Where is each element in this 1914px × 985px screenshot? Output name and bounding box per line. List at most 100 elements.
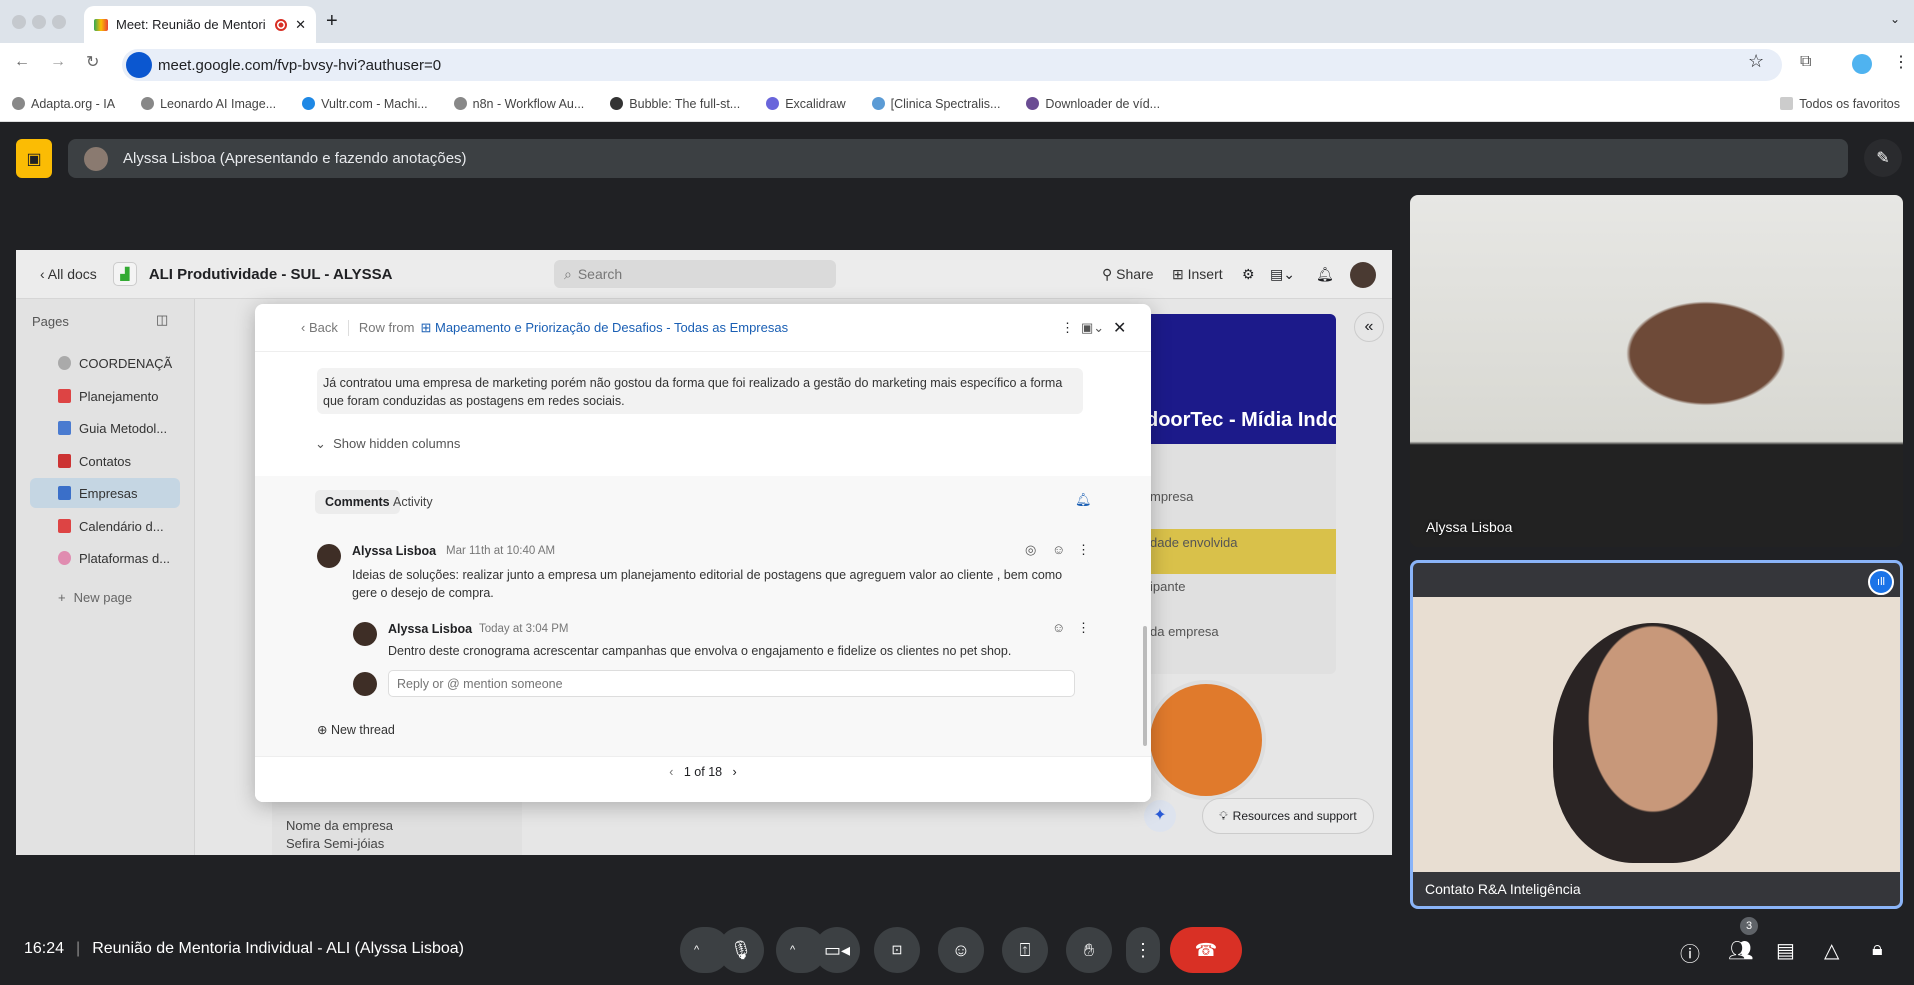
presenter-bar: Alyssa Lisboa (Apresentando e fazendo an… (68, 139, 1848, 178)
emoji-icon: ☺ (951, 939, 971, 960)
maximize-window-button[interactable] (52, 15, 66, 29)
url-input[interactable]: meet.google.com/fvp-bvsy-hvi?authuser=0 (122, 49, 1782, 81)
participant-video (1553, 623, 1753, 863)
collapse-sidebar-icon[interactable]: ◫ (156, 312, 168, 328)
bookmark-star-icon[interactable]: ☆ (1748, 51, 1764, 72)
add-reaction-icon[interactable]: ☺ (1052, 620, 1065, 635)
sidebar-item-guia[interactable]: Guia Metodol... (30, 413, 180, 443)
chat-icon[interactable]: ▤ (1776, 938, 1795, 963)
resolve-icon[interactable]: ◎ (1025, 542, 1036, 558)
more-options-icon[interactable]: ⋮ (1061, 320, 1074, 336)
add-reaction-icon[interactable]: ☺ (1052, 542, 1065, 557)
notification-bell-icon[interactable]: 🔔︎ (1075, 492, 1092, 508)
tab-comments[interactable]: Comments (315, 490, 400, 514)
new-page-button[interactable]: + New page (30, 582, 180, 612)
all-bookmarks[interactable]: Todos os favoritos (1780, 97, 1900, 111)
meet-favicon-icon (94, 18, 108, 31)
more-options-button[interactable]: ⋮ (1126, 927, 1160, 973)
bookmark[interactable]: n8n - Workflow Au... (453, 97, 584, 111)
comment-more-icon[interactable]: ⋮ (1077, 542, 1090, 558)
browser-tab-bar: Meet: Reunião de Mentori ✕ + ⌄ (0, 0, 1914, 43)
show-hidden-columns[interactable]: ⌄ Show hidden columns (315, 436, 460, 452)
video-tile-alyssa[interactable]: Alyssa Lisboa (1410, 195, 1903, 547)
all-docs-link[interactable]: ‹ All docs (40, 266, 97, 282)
activities-icon[interactable]: △ (1824, 938, 1839, 963)
close-icon[interactable]: ✕ (1113, 318, 1126, 338)
avatar (353, 622, 377, 646)
stop-presenting-button[interactable]: ▣ (16, 139, 52, 178)
extensions-icon[interactable]: ⧉ (1800, 53, 1811, 71)
bookmark[interactable]: Excalidraw (766, 97, 846, 111)
back-icon[interactable]: ← (14, 53, 30, 71)
cell-value[interactable]: Já contratou uma empresa de marketing po… (317, 368, 1083, 414)
sidebar-item-planejamento[interactable]: Planejamento (30, 381, 180, 411)
sidebar-item-coordenacao[interactable]: COORDENAÇÃ (30, 348, 180, 378)
avatar (317, 544, 341, 568)
address-bar-row: ← → ↻ meet.google.com/fvp-bvsy-hvi?authu… (0, 43, 1914, 86)
microphone-icon: 🎙︎ (729, 939, 753, 960)
insert-button[interactable]: ⊞ Insert (1172, 266, 1223, 283)
menu-icon[interactable]: ⋮ (1893, 52, 1909, 72)
search-input[interactable]: ⌕ Search (554, 260, 836, 288)
lightbulb-icon: 💡︎ (1219, 808, 1228, 823)
present-icon: ⍐ (1019, 939, 1031, 960)
tab-search-icon[interactable]: ⌄ (1890, 12, 1900, 26)
close-tab-icon[interactable]: ✕ (295, 17, 306, 33)
comment-more-icon[interactable]: ⋮ (1077, 620, 1090, 636)
prev-row-button[interactable]: ‹ (669, 765, 673, 779)
ai-sparkle-button[interactable]: ✦ (1144, 800, 1176, 832)
video-tile-contato[interactable]: ıll Contato R&A Inteligência (1410, 560, 1903, 909)
profile-icon[interactable] (1852, 54, 1872, 74)
bookmark[interactable]: Leonardo AI Image... (141, 97, 276, 111)
present-button[interactable]: ⍐ (1002, 927, 1048, 973)
sidebar-item-plataformas[interactable]: Plataformas d... (30, 543, 180, 573)
share-button[interactable]: ⚲ Share (1102, 266, 1154, 283)
resources-button[interactable]: 💡︎ Resources and support (1202, 798, 1374, 834)
new-thread-button[interactable]: ⊕ New thread (317, 722, 395, 737)
forward-icon[interactable]: → (50, 53, 66, 71)
reactions-button[interactable]: ☺ (938, 927, 984, 973)
sidebar-item-empresas[interactable]: Empresas (30, 478, 180, 508)
modal-scrollbar[interactable] (1143, 626, 1147, 746)
site-info-icon[interactable] (126, 52, 152, 78)
hand-icon: ✋︎ (1083, 939, 1095, 960)
tab-activity[interactable]: Activity (393, 495, 433, 509)
camera-icon: ▭◂ (823, 939, 851, 960)
new-tab-icon[interactable]: + (326, 10, 338, 33)
captions-button[interactable]: ⊡ (874, 927, 920, 973)
view-mode-icon[interactable]: ▣⌄ (1081, 320, 1104, 336)
close-window-button[interactable] (12, 15, 26, 29)
meeting-details-icon[interactable]: ⓘ (1680, 938, 1700, 967)
minimize-window-button[interactable] (32, 15, 46, 29)
user-avatar[interactable] (1350, 262, 1376, 288)
participant-count-badge: 3 (1740, 917, 1758, 935)
bookmark[interactable]: Vultr.com - Machi... (302, 97, 428, 111)
reply-input[interactable] (388, 670, 1075, 697)
collapse-panel-button[interactable]: « (1354, 312, 1384, 342)
settings-icon[interactable]: ⚙ (1242, 266, 1255, 283)
recording-icon (275, 18, 288, 31)
comments-icon[interactable]: ▤⌄ (1270, 266, 1295, 283)
leave-call-button[interactable]: ☎︎ (1170, 927, 1242, 973)
people-icon[interactable]: 👥︎ (1728, 938, 1753, 963)
bookmark[interactable]: Adapta.org - IA (12, 97, 115, 111)
bookmark[interactable]: Bubble: The full-st... (610, 97, 740, 111)
notifications-icon[interactable]: 🔔︎ (1316, 266, 1334, 283)
company-card: doorTec - Mídia Indoor mpresa dade envol… (1146, 314, 1336, 674)
microphone-button[interactable]: 🎙︎ (718, 927, 764, 973)
table-link[interactable]: ⊞ Mapeamento e Priorização de Desafios -… (420, 320, 788, 336)
next-row-button[interactable]: › (733, 765, 737, 779)
back-button[interactable]: ‹ Back (301, 320, 338, 335)
sidebar-item-contatos[interactable]: Contatos (30, 446, 180, 476)
annotate-button[interactable]: ✎ (1864, 139, 1902, 177)
bookmark[interactable]: Downloader de víd... (1026, 97, 1160, 111)
bookmark[interactable]: [Clinica Spectralis... (871, 97, 1000, 111)
raise-hand-button[interactable]: ✋︎ (1066, 927, 1112, 973)
reload-icon[interactable]: ↻ (86, 52, 99, 72)
camera-button[interactable]: ▭◂ (814, 927, 860, 973)
sidebar-item-calendario[interactable]: Calendário d... (30, 511, 180, 541)
presenter-avatar (84, 147, 108, 171)
shared-screen: ‹ All docs ▟ ALI Produtividade - SUL - A… (16, 250, 1392, 855)
host-controls-icon[interactable]: 🔒︎ (1872, 938, 1883, 961)
browser-tab[interactable]: Meet: Reunião de Mentori ✕ (84, 6, 316, 43)
